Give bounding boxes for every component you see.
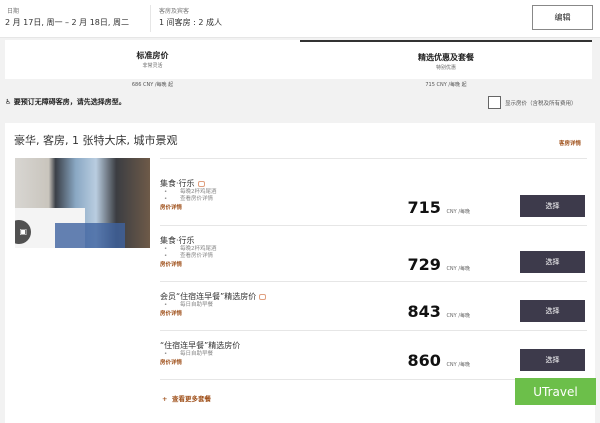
price-value: 715: [407, 198, 441, 217]
rate-item: 集食·行乐 每晚2杯鸡尾酒 查看房价详情 房价详情: [160, 235, 217, 268]
select-button[interactable]: 选择: [520, 349, 585, 371]
divider: [160, 225, 587, 226]
wheelchair-icon: ♿: [5, 98, 12, 106]
guests-value: 1 间客房 : 2 成人: [159, 18, 223, 27]
rate-bullet: 每晚2杯鸡尾酒: [160, 246, 217, 253]
rate-details-link[interactable]: 房价详情: [160, 309, 266, 317]
show-total-checkbox[interactable]: [488, 96, 501, 109]
divider: [160, 158, 587, 159]
divider: [150, 5, 151, 32]
divider: [160, 281, 587, 282]
edit-button[interactable]: 编辑: [532, 5, 593, 30]
select-button[interactable]: 选择: [520, 251, 585, 273]
price-unit: CNY /每晚: [446, 313, 470, 319]
rate-details-link[interactable]: 房价详情: [160, 203, 217, 211]
watermark-text: UTravel: [533, 384, 578, 399]
room-title: 豪华, 客房, 1 张特大床, 城市景观: [14, 134, 178, 147]
rate-details-link[interactable]: 房价详情: [160, 260, 217, 268]
plus-icon: +: [162, 395, 168, 403]
guests-label: 客房及宾客: [159, 8, 190, 15]
rate-details-link[interactable]: 房价详情: [160, 358, 240, 366]
tab-special-offers[interactable]: 精选优惠及套餐 特别优惠 715 CNY /每晚 起: [300, 40, 592, 91]
divider: [160, 330, 587, 331]
date-label: 日期: [7, 8, 20, 15]
rate-name: 会员“住宿连早餐”精选房价: [160, 292, 257, 301]
rate-price: 860 CNY /每晚: [350, 351, 470, 370]
tab-price: 686 CNY /每晚 起: [5, 79, 300, 91]
price-unit: CNY /每晚: [446, 266, 470, 272]
rate-name: 集食·行乐: [160, 179, 195, 188]
rate-item: 集食·行乐 每晚2杯鸡尾酒 查看房价详情 房价详情: [160, 178, 217, 211]
tab-subtitle: 非常灵活: [142, 63, 163, 69]
tab-subtitle: 特别优惠: [435, 65, 456, 71]
room-details-link[interactable]: 客房详情: [559, 139, 581, 147]
accessible-notice: ♿ 要预订无障碍客房，请先选择房型。: [5, 97, 126, 107]
accessible-notice-text: 要预订无障碍客房，请先选择房型。: [13, 98, 126, 106]
price-unit: CNY /每晚: [446, 209, 470, 215]
tag-icon: [259, 293, 267, 300]
more-packages-link[interactable]: + 查看更多套餐: [162, 393, 211, 403]
rate-price: 729 CNY /每晚: [350, 255, 470, 274]
rate-item: “住宿连早餐”精选房价 每日自助早餐 房价详情: [160, 340, 240, 366]
rug: [55, 223, 125, 248]
search-summary-header: 日期 2 月 17日, 周一 – 2 月 18日, 周二 客房及宾客 1 间客房…: [0, 0, 600, 38]
room-photo[interactable]: ▣: [15, 158, 150, 248]
rate-price: 715 CNY /每晚: [350, 198, 470, 217]
price-value: 843: [407, 302, 441, 321]
rate-name: “住宿连早餐”精选房价: [160, 341, 241, 350]
rate-bullet: 每日自助早餐: [160, 351, 240, 358]
tab-title: 标准房价: [136, 51, 169, 60]
rate-bullet: 每晚2杯鸡尾酒: [160, 189, 217, 196]
tag-icon: [197, 180, 205, 187]
price-value: 729: [407, 255, 441, 274]
show-total-label: 显示房价（含税及所有费用）: [505, 101, 577, 107]
tab-price: 715 CNY /每晚 起: [300, 79, 592, 91]
tab-title: 精选优惠及套餐: [418, 53, 474, 62]
price-unit: CNY /每晚: [446, 362, 470, 368]
utravel-watermark: UTravel: [515, 378, 596, 405]
select-button[interactable]: 选择: [520, 195, 585, 217]
rate-name: 集食·行乐: [160, 236, 195, 245]
tab-standard-rates[interactable]: 标准房价 非常灵活 686 CNY /每晚 起: [5, 40, 300, 91]
rate-bullet: 每日自助早餐: [160, 302, 266, 309]
date-value: 2 月 17日, 周一 – 2 月 18日, 周二: [5, 18, 129, 27]
rate-item: 会员“住宿连早餐”精选房价 每日自助早餐 房价详情: [160, 291, 267, 317]
rate-bullet: 查看房价详情: [160, 196, 217, 203]
rate-price: 843 CNY /每晚: [350, 302, 470, 321]
price-value: 860: [407, 351, 441, 370]
more-packages-label: 查看更多套餐: [171, 395, 211, 403]
rate-bullet: 查看房价详情: [160, 253, 217, 260]
select-button[interactable]: 选择: [520, 300, 585, 322]
